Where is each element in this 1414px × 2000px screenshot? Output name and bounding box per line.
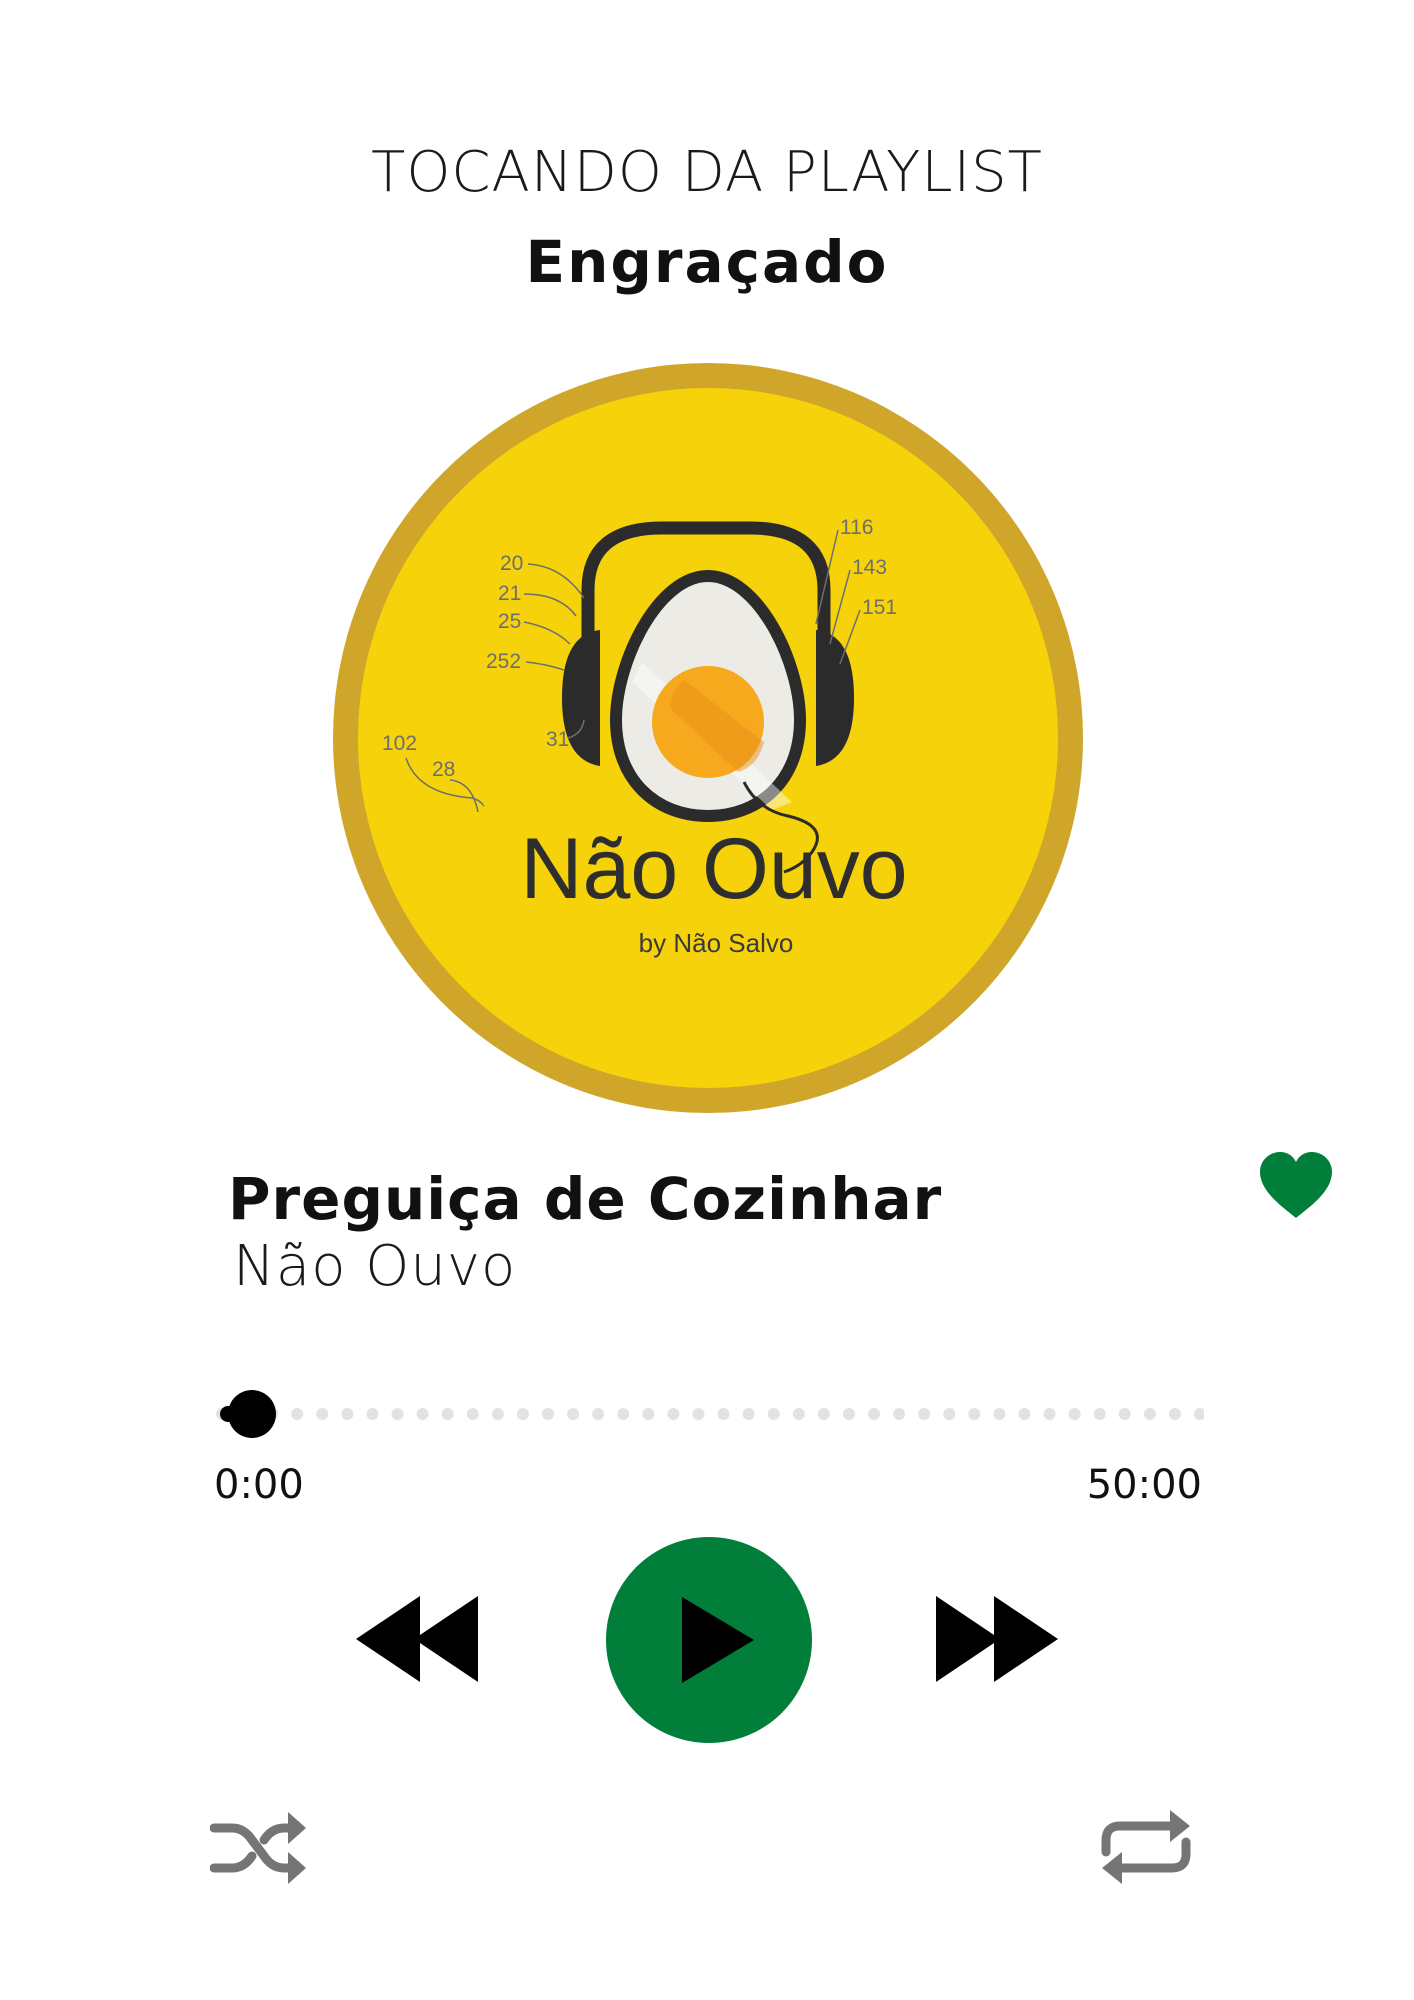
progress-dot (416, 1408, 429, 1420)
fast-forward-icon (936, 1596, 1058, 1682)
patent-label: 21 (498, 582, 521, 605)
progress-track (216, 1390, 1206, 1438)
progress-dot (667, 1408, 680, 1420)
rewind-icon (356, 1596, 478, 1682)
progress-dot (968, 1408, 981, 1420)
progress-dot (516, 1408, 529, 1420)
progress-dot (742, 1408, 755, 1420)
patent-label: 116 (840, 516, 873, 539)
album-cover-art: 20 21 25 252 31 102 28 116 143 151 Não O… (333, 363, 1083, 1113)
patent-label: 143 (852, 556, 887, 579)
progress-dot (341, 1408, 354, 1420)
progress-dot (291, 1408, 304, 1420)
progress-bar[interactable] (214, 1390, 1206, 1440)
repeat-icon (1101, 1810, 1191, 1884)
progress-dot (1093, 1408, 1106, 1420)
patent-label: 28 (432, 758, 455, 781)
patent-label: 25 (498, 610, 521, 633)
patent-label: 252 (486, 650, 521, 673)
playlist-name[interactable]: Engraçado (0, 226, 1414, 298)
progress-dot (491, 1408, 504, 1420)
fast-forward-button[interactable] (936, 1596, 1066, 1682)
cover-logo-subtitle: by Não Salvo (639, 928, 794, 958)
patent-label: 20 (500, 552, 523, 575)
shuffle-icon (209, 1812, 306, 1884)
progress-dot (1018, 1408, 1031, 1420)
progress-dot (1143, 1408, 1156, 1420)
elapsed-time: 0:00 (214, 1462, 304, 1508)
track-title: Preguiça de Cozinhar (228, 1165, 943, 1233)
progress-dot (617, 1408, 630, 1420)
progress-dot (792, 1408, 805, 1420)
progress-dot (391, 1408, 404, 1420)
progress-dot (767, 1408, 780, 1420)
progress-dot (893, 1408, 906, 1420)
patent-label: 31 (546, 728, 569, 751)
progress-dot (918, 1408, 931, 1420)
progress-dot (592, 1408, 605, 1420)
progress-dot (567, 1408, 580, 1420)
play-button[interactable] (606, 1537, 812, 1743)
album-cover: 20 21 25 252 31 102 28 116 143 151 Não O… (332, 362, 1084, 1114)
progress-dot (692, 1408, 705, 1420)
progress-dot (1118, 1408, 1131, 1420)
total-duration: 50:00 (1086, 1462, 1202, 1508)
progress-dot (542, 1408, 554, 1420)
progress-dot (1194, 1408, 1206, 1420)
progress-dot (868, 1408, 880, 1420)
playlist-context-label: TOCANDO DA PLAYLIST (371, 140, 1043, 205)
like-button[interactable] (1258, 1150, 1334, 1220)
shuffle-button[interactable] (209, 1804, 308, 1890)
progress-dot (366, 1408, 379, 1420)
track-artist[interactable]: Não Ouvo (233, 1232, 516, 1302)
progress-dot (993, 1408, 1006, 1420)
rewind-button[interactable] (356, 1596, 486, 1682)
progress-dot (466, 1408, 479, 1420)
progress-dot (1068, 1408, 1081, 1420)
cover-logo-title: Não Ouvo (520, 821, 907, 917)
patent-label: 102 (382, 732, 417, 755)
progress-dot (943, 1408, 956, 1420)
progress-dot (642, 1408, 655, 1420)
heart-icon (1260, 1152, 1332, 1218)
repeat-button[interactable] (1098, 1806, 1194, 1888)
progress-dot (842, 1408, 855, 1420)
progress-dot (1043, 1408, 1056, 1420)
progress-dot (817, 1408, 830, 1420)
progress-dot (1168, 1408, 1181, 1420)
progress-knob[interactable] (228, 1390, 276, 1438)
patent-label: 151 (862, 596, 897, 619)
play-icon (606, 1537, 812, 1743)
progress-dot (316, 1408, 329, 1420)
progress-dot (441, 1408, 454, 1420)
progress-dot (717, 1408, 730, 1420)
